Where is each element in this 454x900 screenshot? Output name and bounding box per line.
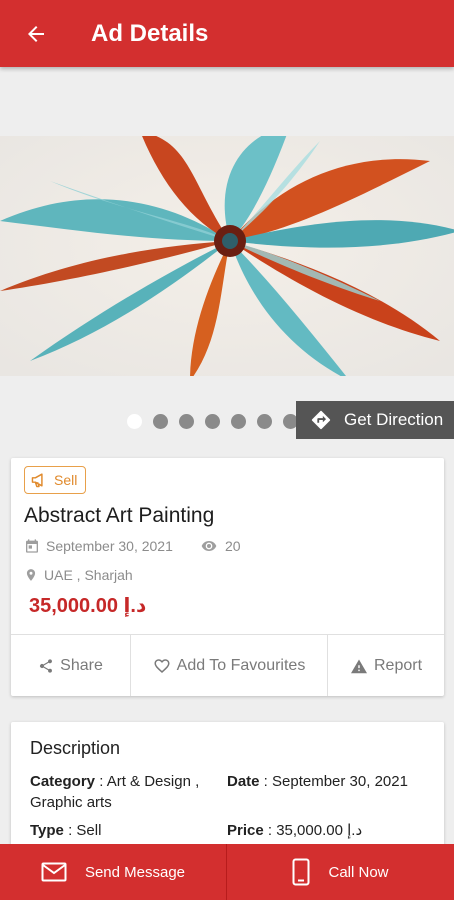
pager-dot[interactable]: [231, 414, 246, 429]
arrow-back-icon: [28, 25, 44, 42]
date-field: Date : September 30, 2021: [227, 771, 427, 792]
pager-dot[interactable]: [179, 414, 194, 429]
gallery-pager: [127, 414, 298, 429]
calendar-icon: [26, 539, 38, 553]
heart-outline-icon: [154, 658, 170, 673]
get-direction-button[interactable]: Get Direction: [296, 401, 454, 439]
app-bar: Ad Details: [0, 0, 454, 67]
pager-dot[interactable]: [127, 414, 142, 429]
category-field: Category : Art & Design , Graphic arts: [30, 771, 225, 813]
sell-badge: Sell: [24, 466, 87, 494]
ad-date-text: September 30, 2021: [46, 538, 173, 554]
report-button[interactable]: Report: [328, 635, 444, 696]
date-label: Date: [227, 773, 260, 790]
type-label: Type: [30, 822, 64, 839]
favourites-label: Add To Favourites: [176, 656, 306, 674]
bottom-action-bar: Send Message Call Now: [0, 844, 454, 900]
envelope-icon: [41, 862, 67, 882]
date-value: : September 30, 2021: [259, 773, 408, 790]
pager-dot[interactable]: [153, 414, 168, 429]
call-now-label: Call Now: [328, 863, 389, 881]
type-value: : Sell: [63, 822, 102, 839]
type-field: Type : Sell: [30, 820, 101, 841]
ad-summary-card: Sell Abstract Art Painting September 30,…: [11, 458, 444, 696]
directions-icon: [311, 410, 331, 430]
add-to-favourites-button[interactable]: Add To Favourites: [131, 635, 328, 696]
location-pin-icon: [26, 569, 36, 581]
painting-image: [0, 136, 454, 376]
share-button[interactable]: Share: [11, 635, 131, 696]
pager-dot[interactable]: [205, 414, 220, 429]
pager-dot[interactable]: [257, 414, 272, 429]
send-message-button[interactable]: Send Message: [0, 844, 227, 900]
get-direction-label: Get Direction: [344, 410, 444, 429]
warning-icon: [350, 658, 367, 673]
badge-label: Sell: [54, 472, 78, 488]
description-title: Description: [30, 738, 121, 758]
share-icon: [40, 658, 53, 673]
ad-location-text: UAE , Sharjah: [44, 567, 133, 583]
ad-price: 35,000.00 د.إ: [29, 595, 147, 617]
price-label: Price: [227, 822, 264, 839]
megaphone-icon: [31, 473, 43, 488]
call-now-button[interactable]: Call Now: [227, 844, 454, 900]
ad-image[interactable]: [0, 136, 454, 376]
ad-date: September 30, 2021: [24, 538, 173, 554]
ad-location: UAE , Sharjah: [24, 566, 133, 584]
views-count: 20: [225, 538, 241, 554]
phone-icon: [292, 858, 310, 886]
send-message-label: Send Message: [84, 863, 186, 881]
ad-views: 20: [199, 538, 241, 554]
price-value: : 35,000.00 د.إ: [263, 822, 363, 839]
ad-actions: Share Add To Favourites Report: [11, 634, 444, 696]
category-label: Category: [30, 773, 96, 790]
report-label: Report: [373, 656, 423, 674]
page-title: Ad Details: [91, 19, 209, 47]
price-field: Price : 35,000.00 د.إ: [227, 820, 362, 841]
back-button[interactable]: [0, 0, 72, 67]
share-label: Share: [60, 656, 103, 674]
ad-title: Abstract Art Painting: [24, 504, 215, 527]
eye-icon: [201, 541, 217, 551]
